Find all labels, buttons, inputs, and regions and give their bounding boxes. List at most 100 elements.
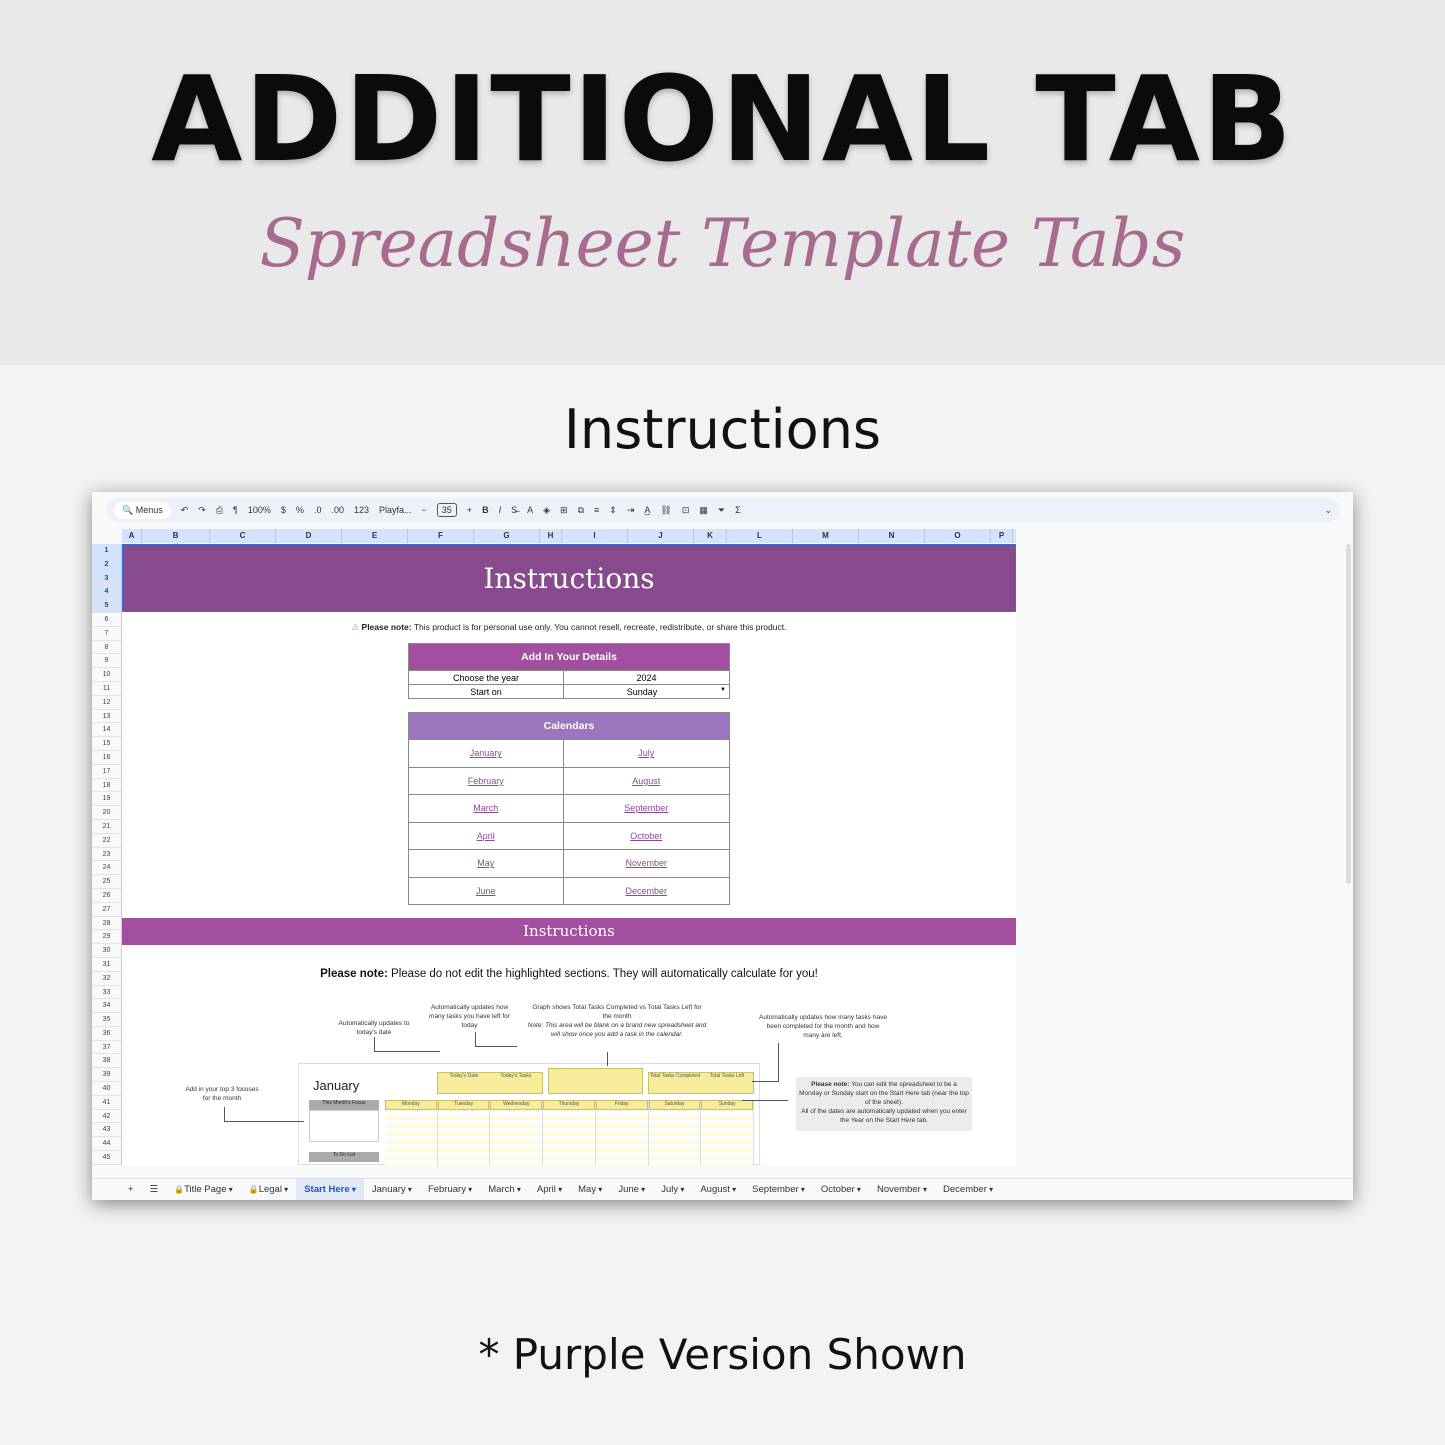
tab-menu-icon[interactable]: ▾	[678, 1185, 684, 1194]
row-header[interactable]: 2	[92, 557, 121, 572]
column-header[interactable]: J	[628, 529, 694, 543]
row-header[interactable]: 5	[92, 599, 121, 613]
column-header[interactable]: I	[562, 529, 628, 543]
tab-menu-icon[interactable]: ▾	[639, 1185, 645, 1194]
tab-menu-icon[interactable]: ▾	[921, 1185, 927, 1194]
tab-menu-icon[interactable]: ▾	[406, 1185, 412, 1194]
tab-menu-icon[interactable]: ▾	[730, 1185, 736, 1194]
currency-button[interactable]: $	[281, 505, 286, 515]
fill-color-icon[interactable]: ◈	[543, 505, 550, 516]
tab-menu-icon[interactable]: ▾	[350, 1185, 356, 1194]
tab-menu-icon[interactable]: ▾	[799, 1185, 805, 1194]
row-header[interactable]: 42	[92, 1110, 121, 1124]
calendar-link[interactable]: July	[562, 739, 730, 768]
row-header[interactable]: 30	[92, 944, 121, 958]
calendar-link[interactable]: November	[562, 849, 730, 878]
column-header[interactable]: P	[991, 529, 1013, 543]
collapse-toolbar-icon[interactable]: ⌄	[1324, 505, 1332, 516]
decrease-decimal-button[interactable]: .0	[314, 505, 322, 515]
redo-icon[interactable]: ↷	[198, 505, 206, 516]
row-header[interactable]: 40	[92, 1082, 121, 1096]
row-header[interactable]: 45	[92, 1151, 121, 1165]
font-size-increase[interactable]: +	[467, 505, 472, 515]
sheet-grid[interactable]: Instructions ⚠ Please note: This product…	[122, 544, 1016, 1166]
increase-decimal-button[interactable]: .00	[331, 505, 344, 515]
row-header[interactable]: 20	[92, 806, 121, 820]
add-sheet-button[interactable]: +	[120, 1179, 142, 1201]
function-icon[interactable]: Σ	[735, 505, 741, 515]
row-header[interactable]: 10	[92, 668, 121, 682]
calendar-link[interactable]: March	[408, 794, 564, 823]
row-header[interactable]: 39	[92, 1068, 121, 1083]
row-header[interactable]: 14	[92, 723, 121, 738]
row-header[interactable]: 43	[92, 1123, 121, 1138]
sheet-tab[interactable]: 🔒Legal ▾	[241, 1179, 296, 1201]
row-header[interactable]: 41	[92, 1096, 121, 1110]
dropdown-arrow-icon[interactable]: ▼	[720, 687, 726, 693]
menus-search[interactable]: 🔍 Menus	[114, 501, 171, 519]
row-header[interactable]: 11	[92, 682, 121, 696]
sheet-tab[interactable]: October ▾	[813, 1179, 869, 1201]
row-header[interactable]: 8	[92, 641, 121, 655]
font-size-decrease[interactable]: −	[422, 505, 427, 515]
column-header[interactable]: G	[474, 529, 540, 543]
tab-menu-icon[interactable]: ▾	[556, 1185, 562, 1194]
row-header[interactable]: 28	[92, 917, 121, 931]
column-header[interactable]: H	[540, 529, 562, 543]
sheet-tab[interactable]: 🔒Title Page ▾	[166, 1179, 241, 1201]
bold-button[interactable]: B	[482, 505, 489, 515]
row-header[interactable]: 26	[92, 889, 121, 903]
sheet-tab[interactable]: Start Here ▾	[296, 1178, 364, 1200]
merge-icon[interactable]: ⧉	[578, 505, 584, 516]
sheet-tab[interactable]: February ▾	[420, 1179, 480, 1201]
undo-icon[interactable]: ↶	[181, 505, 189, 516]
font-size-input[interactable]: 35	[436, 503, 457, 517]
row-header[interactable]: 35	[92, 1013, 121, 1027]
row-header[interactable]: 7	[92, 627, 121, 641]
align-icon[interactable]: ≡	[594, 505, 599, 515]
font-select[interactable]: Playfa...	[379, 505, 412, 515]
column-header[interactable]: K	[694, 529, 727, 543]
column-header[interactable]: E	[342, 529, 408, 543]
row-header[interactable]: 27	[92, 903, 121, 917]
rotate-icon[interactable]: A̲	[644, 505, 650, 515]
calendar-link[interactable]: May	[408, 849, 564, 878]
column-header[interactable]: F	[408, 529, 474, 543]
column-header[interactable]: B	[142, 529, 210, 543]
valign-icon[interactable]: ⇕	[609, 505, 617, 516]
calendar-link[interactable]: January	[408, 739, 564, 768]
calendar-link[interactable]: June	[408, 876, 564, 905]
paint-format-icon[interactable]: ¶	[233, 505, 238, 515]
all-sheets-button[interactable]: ☰	[142, 1179, 167, 1201]
row-header[interactable]: 38	[92, 1054, 121, 1069]
row-header[interactable]: 15	[92, 737, 121, 751]
column-header[interactable]: M	[793, 529, 859, 543]
row-header[interactable]: 13	[92, 710, 121, 724]
calendar-link[interactable]: December	[562, 876, 730, 905]
strikethrough-icon[interactable]: S̶	[511, 505, 517, 515]
comment-icon[interactable]: ⊡	[682, 505, 690, 516]
row-header[interactable]: 24	[92, 861, 121, 876]
tab-menu-icon[interactable]: ▾	[596, 1185, 602, 1194]
row-header[interactable]: 31	[92, 958, 121, 972]
sheet-tab[interactable]: June ▾	[610, 1179, 653, 1201]
sheet-tab[interactable]: December ▾	[935, 1179, 1001, 1201]
sheet-tab[interactable]: July ▾	[653, 1179, 692, 1201]
tab-menu-icon[interactable]: ▾	[515, 1185, 521, 1194]
row-header[interactable]: 36	[92, 1027, 121, 1041]
sheet-tab[interactable]: May ▾	[570, 1179, 610, 1201]
sheet-tab[interactable]: January ▾	[364, 1179, 420, 1201]
column-header[interactable]: O	[925, 529, 991, 543]
tab-menu-icon[interactable]: ▾	[855, 1185, 861, 1194]
row-header[interactable]: 44	[92, 1137, 121, 1152]
percent-button[interactable]: %	[296, 505, 304, 515]
row-header[interactable]: 16	[92, 751, 121, 765]
row-header[interactable]: 29	[92, 930, 121, 945]
row-header[interactable]: 37	[92, 1041, 121, 1055]
column-header[interactable]: C	[210, 529, 276, 543]
row-header[interactable]: 25	[92, 875, 121, 889]
sheet-tab[interactable]: August ▾	[692, 1179, 744, 1201]
link-icon[interactable]: ⛓	[660, 505, 671, 516]
tab-menu-icon[interactable]: ▾	[226, 1185, 233, 1194]
sheet-tab[interactable]: September ▾	[744, 1179, 813, 1201]
